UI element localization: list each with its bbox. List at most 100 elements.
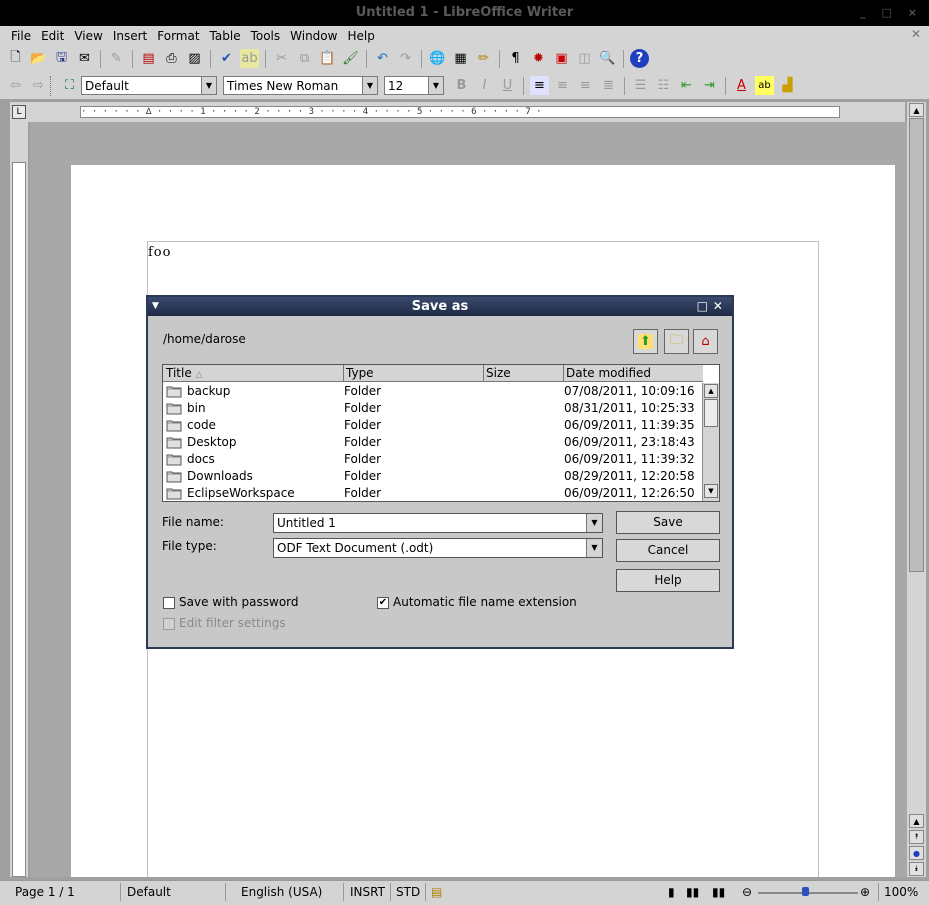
redo-icon[interactable]: ↷ [396, 49, 415, 68]
clone-formatting-icon[interactable]: 🖌 [341, 49, 360, 68]
menu-table[interactable]: Table [205, 29, 246, 43]
close-document-icon[interactable]: ✕ [911, 27, 921, 41]
save-button[interactable]: Save [616, 511, 720, 534]
save-with-password-label[interactable]: Save with password [179, 595, 299, 609]
cut-icon[interactable]: ✂ [272, 49, 291, 68]
scrollbar-thumb[interactable] [909, 118, 924, 572]
menu-view[interactable]: View [69, 29, 107, 43]
selection-mode-indicator[interactable]: STD [396, 885, 420, 899]
increase-indent-icon[interactable]: ⇥ [700, 76, 719, 95]
decrease-indent-icon[interactable]: ⇤ [677, 76, 696, 95]
numbering-icon[interactable]: ☰ [631, 76, 650, 95]
next-page-icon[interactable]: ⯯ [909, 862, 924, 876]
open-folder-icon[interactable]: 📂 [29, 49, 48, 68]
cancel-button[interactable]: Cancel [616, 539, 720, 562]
page-indicator[interactable]: Page 1 / 1 [15, 885, 75, 899]
insert-mode-indicator[interactable]: INSRT [350, 885, 385, 899]
file-type-select[interactable]: ODF Text Document (.odt) ▼ [273, 538, 603, 558]
window-menu-icon[interactable]: ▼ [152, 297, 159, 316]
up-one-level-button[interactable]: ⬆ [633, 329, 658, 354]
vertical-scrollbar[interactable]: ▲ ▲ ⯭ ● ⯯ [907, 102, 926, 877]
navigator-icon[interactable]: ✹ [529, 49, 548, 68]
book-view-icon[interactable]: ▮▮ [712, 885, 725, 899]
menu-help[interactable]: Help [342, 29, 379, 43]
previous-page-icon[interactable]: ⯭ [909, 830, 924, 844]
chevron-down-icon[interactable]: ▼ [586, 514, 602, 532]
zoom-slider-knob[interactable] [802, 887, 809, 896]
list-item[interactable]: code Folder 06/09/2011, 11:39:35 [163, 417, 703, 434]
print-preview-icon[interactable]: ▨ [185, 49, 204, 68]
underline-icon[interactable]: U [498, 76, 517, 95]
page-style-indicator[interactable]: Default [127, 885, 171, 899]
file-list-scrollbar[interactable]: ▲ ▼ [702, 383, 719, 501]
print-icon[interactable]: ⎙ [162, 49, 181, 68]
save-with-password-checkbox[interactable] [163, 597, 175, 609]
help-icon[interactable]: ? [630, 49, 649, 68]
table-icon[interactable]: ▦ [451, 49, 470, 68]
font-color-icon[interactable]: A [732, 76, 751, 95]
edit-file-icon[interactable]: ✎ [107, 49, 126, 68]
gallery-icon[interactable]: ▣ [552, 49, 571, 68]
single-page-view-icon[interactable]: ▮ [668, 885, 675, 899]
scroll-up-icon[interactable]: ▲ [909, 103, 924, 117]
list-item[interactable]: docs Folder 06/09/2011, 11:39:32 [163, 451, 703, 468]
paragraph-style-select[interactable]: Default ▼ [81, 76, 217, 95]
zoom-in-icon[interactable]: ⊕ [860, 885, 870, 899]
dialog-window-controls[interactable]: □✕ [697, 297, 728, 316]
highlighting-icon[interactable]: ab [755, 76, 774, 95]
formatting-marks-icon[interactable]: ¶ [506, 49, 525, 68]
window-controls[interactable]: _ □ × [860, 0, 923, 26]
column-divider[interactable] [563, 365, 564, 382]
ruler-track[interactable] [12, 162, 26, 877]
document-text[interactable]: foo [148, 245, 171, 260]
styles-formatting-icon[interactable]: ⛶ [60, 76, 79, 95]
ruler-track[interactable]: · · · · · · ∆ · · · · 1 · · · · 2 · · · … [80, 106, 840, 118]
italic-icon[interactable]: I [475, 76, 494, 95]
file-list[interactable]: Title △ Type Size Date modified backup Fo… [162, 364, 720, 502]
auto-extension-checkbox[interactable]: ✔ [377, 597, 389, 609]
draw-functions-icon[interactable]: ✏ [474, 49, 493, 68]
export-pdf-icon[interactable]: ▤ [139, 49, 158, 68]
menu-insert[interactable]: Insert [108, 29, 152, 43]
zoom-icon[interactable]: 🔍 [598, 49, 617, 68]
paste-icon[interactable]: 📋 [318, 49, 337, 68]
justify-icon[interactable]: ≣ [599, 76, 618, 95]
zoom-out-icon[interactable]: ⊖ [742, 885, 752, 899]
autospellcheck-icon[interactable]: ab [240, 49, 259, 68]
align-left-icon[interactable]: ≡ [530, 76, 549, 95]
list-item[interactable]: EclipseWorkspace Folder 06/09/2011, 12:26:… [163, 485, 703, 501]
column-type[interactable]: Type [346, 366, 374, 380]
save-icon[interactable]: 🖫 [52, 49, 71, 68]
data-sources-icon[interactable]: ◫ [575, 49, 594, 68]
font-size-select[interactable]: 12 ▼ [384, 76, 444, 95]
multi-page-view-icon[interactable]: ▮▮ [686, 885, 699, 899]
menu-edit[interactable]: Edit [36, 29, 69, 43]
help-button[interactable]: Help [616, 569, 720, 592]
chevron-down-icon[interactable]: ▼ [362, 77, 377, 94]
menu-file[interactable]: File [6, 29, 36, 43]
scroll-up-icon[interactable]: ▲ [909, 814, 924, 828]
menu-window[interactable]: Window [285, 29, 342, 43]
column-divider[interactable] [483, 365, 484, 382]
spellcheck-icon[interactable]: ✔ [217, 49, 236, 68]
new-folder-button[interactable]: 🗀 [664, 329, 689, 354]
column-date-modified[interactable]: Date modified [566, 366, 651, 380]
list-item[interactable]: Desktop Folder 06/09/2011, 23:18:43 [163, 434, 703, 451]
language-indicator[interactable]: English (USA) [241, 885, 322, 899]
scrollbar-thumb[interactable] [704, 399, 718, 427]
hyperlink-icon[interactable]: 🌐 [428, 49, 447, 68]
home-button[interactable]: ⌂ [693, 329, 718, 354]
dialog-titlebar[interactable]: ▼ Save as □✕ [148, 297, 732, 316]
column-size[interactable]: Size [486, 366, 511, 380]
bullets-icon[interactable]: ☷ [654, 76, 673, 95]
chevron-down-icon[interactable]: ▼ [428, 77, 443, 94]
align-center-icon[interactable]: ≡ [553, 76, 572, 95]
chevron-down-icon[interactable]: ▼ [586, 539, 602, 557]
bold-icon[interactable]: B [452, 76, 471, 95]
copy-icon[interactable]: ⧉ [295, 49, 314, 68]
column-divider[interactable] [343, 365, 344, 382]
menu-format[interactable]: Format [152, 29, 204, 43]
new-document-icon[interactable]: 🗋 [6, 49, 25, 68]
horizontal-ruler[interactable]: L · · · · · · ∆ · · · · 1 · · · · 2 · · … [10, 102, 905, 122]
forward-arrow-icon[interactable]: ⇨ [29, 76, 48, 95]
